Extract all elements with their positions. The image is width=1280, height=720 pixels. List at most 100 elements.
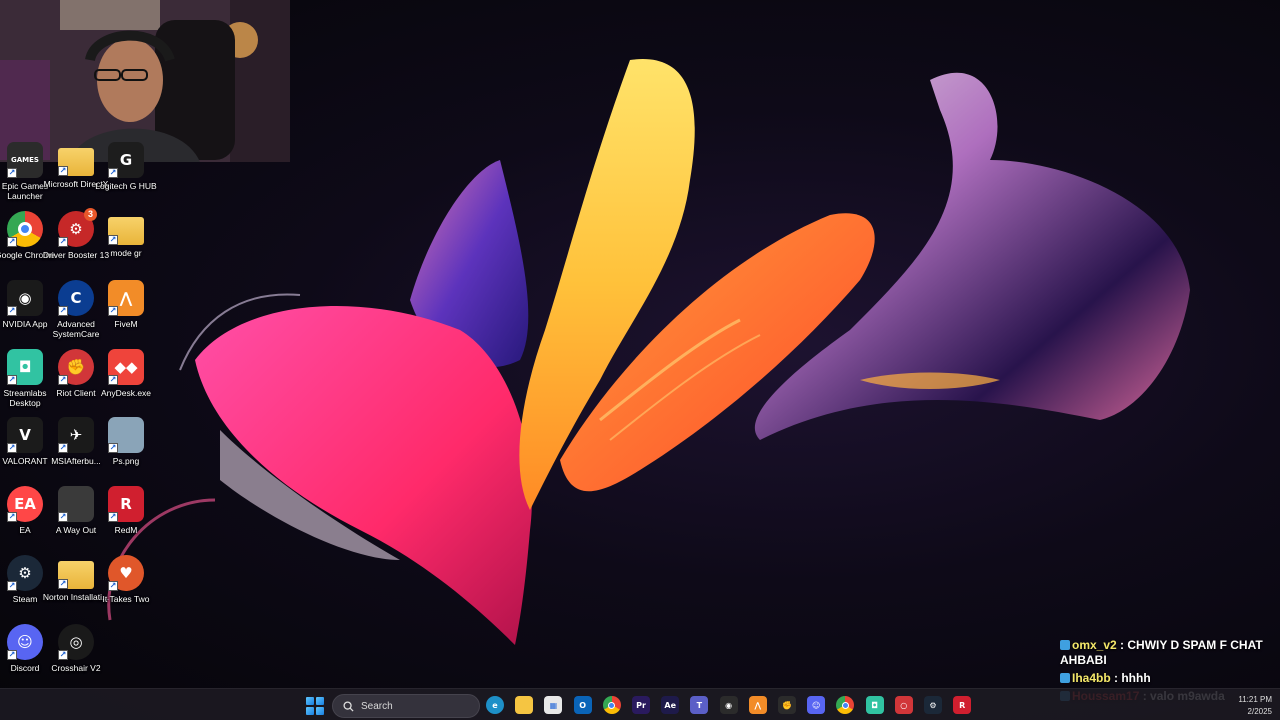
- shortcut-arrow-icon: ↗: [58, 443, 68, 453]
- nvidia-icon: ◉ ↗: [7, 280, 43, 316]
- taskbar-edge[interactable]: e: [486, 696, 504, 714]
- taskbar-nvidia[interactable]: ◉: [719, 696, 738, 714]
- desktop-icon-label: Logitech G HUB: [95, 181, 157, 191]
- folder-icon: ↗: [58, 561, 94, 589]
- desktop-icon-fivem[interactable]: ⋀ ↗ FiveM: [92, 280, 160, 329]
- it-takes-two-icon: ♥ ↗: [108, 555, 144, 591]
- shortcut-arrow-icon: ↗: [7, 650, 17, 660]
- desktop-icon-ps-png[interactable]: ↗ Ps.png: [92, 417, 160, 466]
- shortcut-arrow-icon: ↗: [108, 375, 118, 385]
- desktop-icon-crosshair-v2[interactable]: ◎ ↗ Crosshair V2: [42, 624, 110, 673]
- chat-message: Iha4bb : hhhh: [1060, 671, 1278, 686]
- desktop-icon-label: FiveM: [114, 319, 138, 329]
- shortcut-arrow-icon: ↗: [7, 375, 17, 385]
- discord-icon: ☺ ↗: [7, 624, 43, 660]
- chat-username: Iha4bb: [1072, 671, 1111, 685]
- taskbar-steam[interactable]: ⚙: [924, 696, 942, 714]
- search-placeholder: Search: [361, 700, 393, 712]
- steam-icon: ⚙: [929, 700, 937, 710]
- chat-username: omx_v2: [1072, 638, 1117, 652]
- taskbar-riot[interactable]: ✊: [778, 696, 796, 714]
- desktop-icon-redm[interactable]: R ↗ RedM: [92, 486, 160, 535]
- desktop-icon-anydesk-exe[interactable]: ◆◆ ↗ AnyDesk.exe: [92, 349, 160, 398]
- start-button[interactable]: [306, 697, 324, 715]
- taskbar-redm[interactable]: R: [953, 696, 972, 714]
- desktop-icon-it-takes-two[interactable]: ♥ ↗ It Takes Two: [92, 555, 160, 604]
- desktop-icon-logitech-g-hub[interactable]: G ↗ Logitech G HUB: [92, 142, 160, 191]
- riot-icon: ✊: [782, 700, 792, 710]
- logitech-icon: G ↗: [108, 142, 144, 178]
- desktop-icon-label: Ps.png: [112, 456, 140, 466]
- taskbar-premiere[interactable]: Pr: [632, 696, 650, 714]
- shortcut-arrow-icon: ↗: [58, 166, 68, 176]
- taskbar-fivem[interactable]: ⋀: [748, 696, 767, 714]
- anydesk-icon: ◆◆ ↗: [108, 349, 144, 385]
- streamlabs-icon: ◘: [871, 700, 878, 710]
- epic-games-icon: GAMES ↗: [7, 142, 43, 178]
- desktop-icon-label: Crosshair V2: [51, 663, 101, 673]
- shortcut-arrow-icon: ↗: [7, 237, 17, 247]
- riot-icon: ✊ ↗: [58, 349, 94, 385]
- windows-logo-icon: [306, 697, 314, 705]
- chat-badge-icon: [1060, 640, 1070, 650]
- chat-text: hhhh: [1121, 671, 1151, 685]
- msi-afterburner-icon: ✈ ↗: [58, 417, 94, 453]
- shortcut-arrow-icon: ↗: [108, 306, 118, 316]
- taskbar-file-explorer[interactable]: [515, 696, 534, 714]
- shortcut-arrow-icon: ↗: [58, 579, 68, 589]
- taskbar-outlook[interactable]: O: [573, 696, 592, 714]
- fivem-icon: ⋀ ↗: [108, 280, 144, 316]
- webcam-overlay: [0, 0, 290, 162]
- outlook-icon: O: [579, 700, 586, 710]
- taskbar-app-red[interactable]: ○: [894, 696, 913, 714]
- desktop-icon-label: AnyDesk.exe: [100, 388, 152, 398]
- premiere-icon: Pr: [636, 700, 646, 710]
- chat-message: omx_v2 : CHWIY D SPAM F CHAT AHBABI: [1060, 638, 1278, 668]
- shortcut-arrow-icon: ↗: [108, 235, 118, 245]
- discord-icon: ☺: [812, 700, 821, 710]
- taskbar-chrome[interactable]: [602, 696, 621, 714]
- folder-icon: ↗: [108, 217, 144, 245]
- chrome-icon: ↗: [7, 211, 43, 247]
- steam-icon: ⚙ ↗: [7, 555, 43, 591]
- crosshair-icon: ◎ ↗: [58, 624, 94, 660]
- clock-date: 2/2025: [1247, 707, 1272, 716]
- taskbar-teams[interactable]: T: [690, 696, 709, 714]
- redm-icon: R ↗: [108, 486, 144, 522]
- image-file-icon: ↗: [108, 417, 144, 453]
- taskbar-streamlabs[interactable]: ◘: [865, 696, 884, 714]
- desktop-icon-label: mode gr: [110, 248, 142, 258]
- folder-icon: ↗: [58, 148, 94, 176]
- shortcut-arrow-icon: ↗: [58, 237, 68, 247]
- taskbar-discord[interactable]: ☺: [807, 696, 826, 714]
- taskbar: Search e ▦ O Pr Ae T ◉ ⋀ ✊ ☺ ◘ ○ ⚙ R 11:21 PM 2/2025: [0, 688, 1280, 720]
- shortcut-arrow-icon: ↗: [58, 375, 68, 385]
- taskbar-microsoft-store[interactable]: ▦: [544, 696, 563, 714]
- taskbar-after-effects[interactable]: Ae: [661, 696, 680, 714]
- driver-booster-icon: ⚙ 3 ↗: [58, 208, 97, 247]
- after-effects-icon: Ae: [664, 700, 676, 710]
- shortcut-arrow-icon: ↗: [108, 443, 118, 453]
- shortcut-arrow-icon: ↗: [58, 650, 68, 660]
- chrome-icon: [841, 701, 849, 709]
- taskbar-search[interactable]: Search: [332, 694, 480, 718]
- shortcut-arrow-icon: ↗: [58, 306, 68, 316]
- shortcut-arrow-icon: ↗: [108, 581, 118, 591]
- fivem-icon: ⋀: [754, 700, 762, 710]
- shortcut-arrow-icon: ↗: [58, 512, 68, 522]
- chat-badge-icon: [1060, 673, 1070, 683]
- shortcut-arrow-icon: ↗: [7, 306, 17, 316]
- shortcut-arrow-icon: ↗: [7, 443, 17, 453]
- taskbar-chrome-2[interactable]: [836, 696, 855, 714]
- a-way-out-icon: ↗: [58, 486, 94, 522]
- nvidia-icon: ◉: [725, 700, 733, 710]
- clock-time: 11:21 PM: [1238, 695, 1272, 704]
- chat-separator: :: [1116, 638, 1128, 652]
- desktop-icon-label: It Takes Two: [102, 594, 150, 604]
- shortcut-arrow-icon: ↗: [7, 512, 17, 522]
- app-icon: ○: [900, 700, 908, 710]
- desktop-icon-mode-gr[interactable]: ↗ mode gr: [92, 211, 160, 258]
- shortcut-arrow-icon: ↗: [108, 512, 118, 522]
- desktop-icon-label: RedM: [114, 525, 138, 535]
- system-tray[interactable]: 11:21 PM 2/2025: [1238, 693, 1272, 717]
